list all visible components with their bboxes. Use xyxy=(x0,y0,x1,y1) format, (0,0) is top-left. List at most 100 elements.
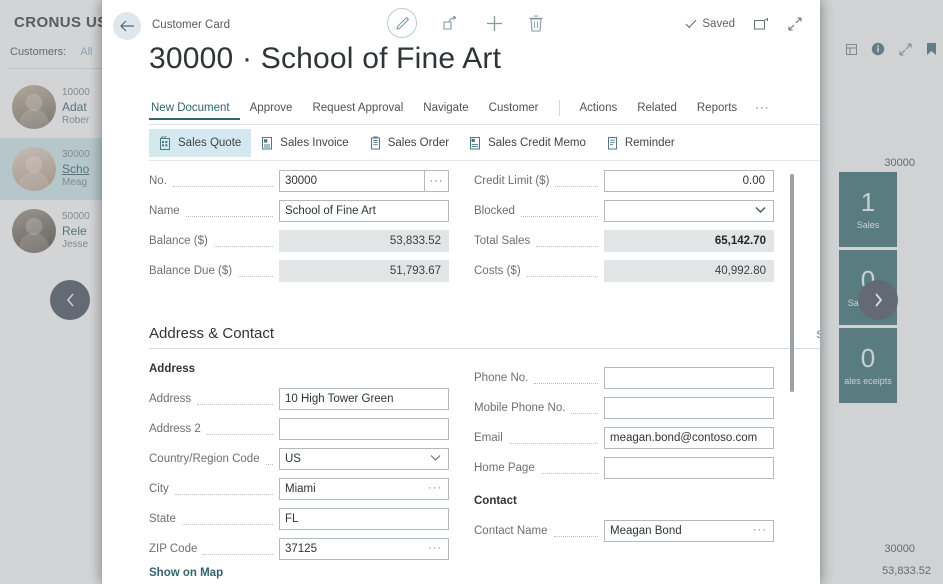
field-value: School of Fine Art xyxy=(285,205,376,217)
label-dots xyxy=(206,423,273,435)
open-in-new-window-button[interactable] xyxy=(754,18,769,30)
field-label: Balance Due ($) xyxy=(149,265,233,277)
phone-no-input[interactable] xyxy=(604,367,774,389)
general-right-column: Credit Limit ($) 0.00 Blocked Total Sale… xyxy=(474,166,774,286)
ribbon-sales-credit-memo[interactable]: Sales Credit Memo xyxy=(459,129,596,157)
ribbon-sales-quote[interactable]: Sales Quote xyxy=(149,129,252,157)
field-value: 51,793.67 xyxy=(389,265,441,277)
country-region-dropdown[interactable]: US xyxy=(279,448,449,470)
field-value: 30000 xyxy=(285,175,317,187)
action-ribbon: Sales Quote Sales Invoice Sales Order Sa… xyxy=(149,128,820,158)
label-dots xyxy=(181,513,273,525)
ribbon-sales-order[interactable]: Sales Order xyxy=(359,129,459,157)
field-label: Mobile Phone No. xyxy=(474,402,566,414)
delete-button[interactable] xyxy=(529,14,543,32)
tab-related[interactable]: Related xyxy=(627,96,687,120)
chevron-down-icon xyxy=(755,206,766,214)
tab-customer[interactable]: Customer xyxy=(479,96,549,120)
customer-card-panel: Customer Card Saved 30000 · School of Fi… xyxy=(102,0,820,584)
label-dots xyxy=(520,205,598,217)
field-value: Meagan Bond xyxy=(610,525,682,537)
page-title-number: 30000 xyxy=(149,42,234,75)
name-input[interactable]: School of Fine Art xyxy=(279,200,449,222)
page-title-name: School of Fine Art xyxy=(260,42,502,75)
field-balance-due: Balance Due ($) 51,793.67 xyxy=(149,256,449,286)
card-scrollbar[interactable] xyxy=(790,174,794,392)
credit-limit-input[interactable]: 0.00 xyxy=(604,170,774,192)
more-tabs-button[interactable]: ··· xyxy=(747,96,778,120)
total-sales-value[interactable]: 65,142.70 xyxy=(604,230,774,252)
field-label: Blocked xyxy=(474,205,515,217)
field-label: Address 2 xyxy=(149,423,201,435)
label-dots xyxy=(526,265,598,277)
section-rule xyxy=(149,348,820,349)
address-subheading: Address xyxy=(149,363,196,375)
label-dots xyxy=(508,432,598,444)
sales-quote-icon xyxy=(159,136,172,150)
city-lookup-button[interactable]: ··· xyxy=(428,482,442,494)
field-contact-name: Contact Name Meagan Bond ··· xyxy=(474,516,774,546)
balance-value[interactable]: 53,833.52 xyxy=(279,230,449,252)
field-value: 53,833.52 xyxy=(389,235,441,247)
command-bar xyxy=(387,8,543,38)
label-dots xyxy=(197,393,273,405)
field-credit-limit: Credit Limit ($) 0.00 xyxy=(474,166,774,196)
address-contact-header: Address & Contact Show more xyxy=(149,325,820,342)
field-balance: Balance ($) 53,833.52 xyxy=(149,226,449,256)
contact-name-input[interactable]: Meagan Bond ··· xyxy=(604,520,774,542)
tab-new-document[interactable]: New Document xyxy=(149,96,240,120)
field-country-region-code: Country/Region Code US xyxy=(149,444,449,474)
address-left-column: Address Address 10 High Tower Green Addr… xyxy=(149,363,449,564)
address-2-input[interactable] xyxy=(279,418,449,440)
nav-rule xyxy=(149,124,820,125)
blocked-dropdown[interactable] xyxy=(604,200,774,222)
tab-reports[interactable]: Reports xyxy=(687,96,747,120)
label-dots xyxy=(555,175,598,187)
share-button[interactable] xyxy=(443,15,460,31)
state-input[interactable]: FL xyxy=(279,508,449,530)
tab-navigate[interactable]: Navigate xyxy=(413,96,478,120)
page-title-separator: · xyxy=(241,42,253,75)
new-button[interactable] xyxy=(486,15,503,32)
field-label: Home Page xyxy=(474,462,535,474)
no-assist-button[interactable]: ··· xyxy=(425,170,449,192)
email-input[interactable]: meagan.bond@contoso.com xyxy=(604,427,774,449)
city-input[interactable]: Miami ··· xyxy=(279,478,449,500)
home-page-input[interactable] xyxy=(604,457,774,479)
field-label: State xyxy=(149,513,176,525)
balance-due-value[interactable]: 51,793.67 xyxy=(279,260,449,282)
tab-approve[interactable]: Approve xyxy=(240,96,303,120)
label-dots xyxy=(213,235,273,247)
address-input[interactable]: 10 High Tower Green xyxy=(279,388,449,410)
mobile-phone-no-input[interactable] xyxy=(604,397,774,419)
zip-code-lookup-button[interactable]: ··· xyxy=(428,542,442,554)
zip-code-input[interactable]: 37125 ··· xyxy=(279,538,449,560)
costs-value[interactable]: 40,992.80 xyxy=(604,260,774,282)
label-dots xyxy=(540,462,598,474)
fullscreen-button[interactable] xyxy=(788,17,802,31)
label-dots xyxy=(571,402,598,414)
field-value: FL xyxy=(285,513,299,525)
show-more-link[interactable]: Show more xyxy=(816,329,820,341)
show-on-map-link[interactable]: Show on Map xyxy=(149,567,223,579)
back-button[interactable] xyxy=(113,12,141,40)
field-label: Contact Name xyxy=(474,525,548,537)
tab-actions[interactable]: Actions xyxy=(570,96,628,120)
field-value: 0.00 xyxy=(742,175,765,187)
sales-credit-memo-icon xyxy=(469,136,482,150)
tab-request-approval[interactable]: Request Approval xyxy=(302,96,413,120)
no-input[interactable]: 30000 xyxy=(279,170,425,192)
field-value: meagan.bond@contoso.com xyxy=(610,432,758,444)
field-phone-no: Phone No. xyxy=(474,363,774,393)
ribbon-sales-invoice[interactable]: Sales Invoice xyxy=(251,129,358,157)
nav-tabs: New Document Approve Request Approval Na… xyxy=(149,96,789,120)
field-costs: Costs ($) 40,992.80 xyxy=(474,256,774,286)
contact-name-lookup-button[interactable]: ··· xyxy=(753,524,767,536)
field-state: State FL xyxy=(149,504,449,534)
ribbon-reminder[interactable]: Reminder xyxy=(596,129,685,157)
field-label: Balance ($) xyxy=(149,235,208,247)
edit-pencil-button[interactable] xyxy=(387,8,417,38)
reminder-icon xyxy=(606,136,619,150)
field-label: Total Sales xyxy=(474,235,531,247)
field-value: Miami xyxy=(285,483,316,495)
